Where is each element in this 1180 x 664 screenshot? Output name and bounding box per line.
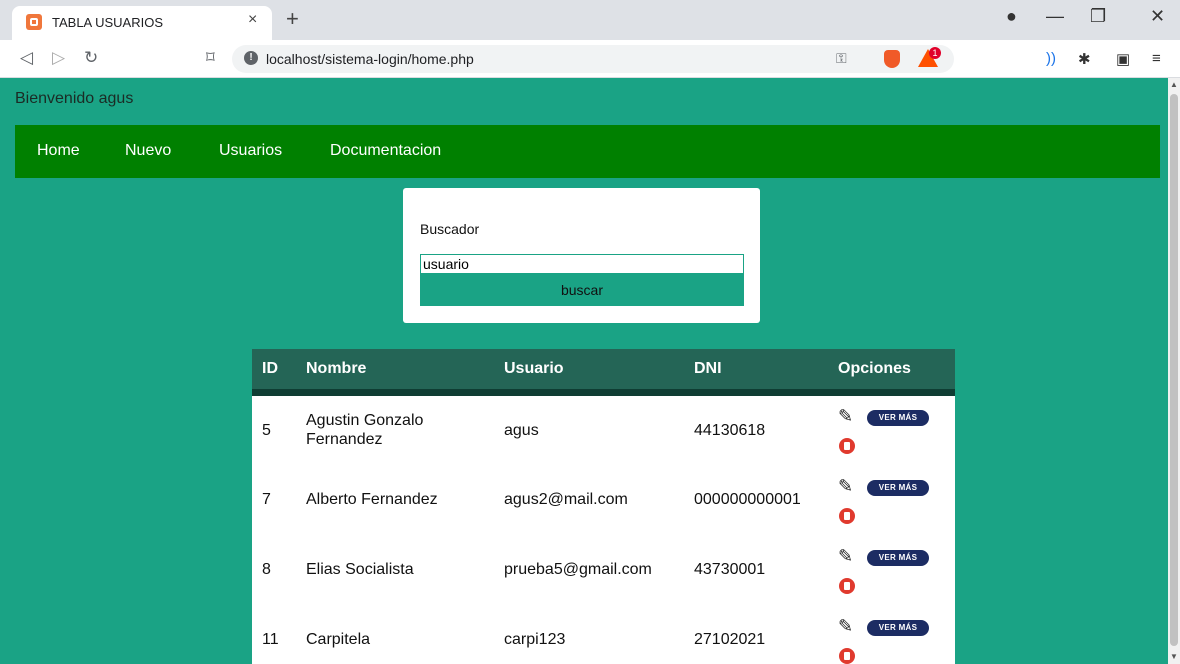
restore-icon[interactable]: ❐ (1090, 6, 1106, 27)
cell-dni: 44130618 (694, 422, 766, 439)
page-body: Bienvenido agus Home Nuevo Usuarios Docu… (0, 78, 1168, 664)
cell-dni: 000000000001 (694, 491, 801, 508)
browser-tab[interactable]: TABLA USUARIOS × (12, 6, 272, 40)
cell-id: 7 (262, 491, 271, 508)
nav-nuevo[interactable]: Nuevo (125, 142, 171, 160)
address-bar[interactable]: ! localhost/sistema-login/home.php ⚿ 1 (232, 45, 954, 73)
cell-usuario: agus (504, 422, 539, 439)
search-button[interactable]: buscar (420, 274, 744, 306)
rewards-badge: 1 (929, 47, 941, 59)
table-row: 5 Agustin Gonzalo Fernandez agus 4413061… (252, 396, 955, 464)
header-id: ID (262, 360, 278, 377)
back-icon[interactable]: ◁ (20, 48, 33, 68)
scroll-thumb[interactable] (1170, 94, 1178, 646)
cell-nombre: Elias Socialista (306, 561, 414, 578)
cell-id: 5 (262, 422, 271, 439)
ver-mas-button[interactable]: VER MÁS (867, 480, 929, 496)
cell-usuario: agus2@mail.com (504, 491, 628, 508)
delete-icon[interactable] (839, 508, 855, 524)
edit-icon[interactable]: ✎ (838, 546, 853, 567)
header-nombre: Nombre (306, 360, 367, 377)
table-header: ID Nombre Usuario DNI Opciones (252, 349, 955, 396)
profile-icon[interactable]: ● (1006, 6, 1017, 27)
cell-dni: 27102021 (694, 631, 766, 648)
delete-icon[interactable] (839, 648, 855, 664)
scroll-up-icon[interactable]: ▲ (1170, 80, 1178, 89)
browser-toolbar: ◁ ▷ ↻ ⌑ ! localhost/sistema-login/home.p… (0, 40, 1180, 78)
delete-icon[interactable] (839, 578, 855, 594)
delete-icon[interactable] (839, 438, 855, 454)
cell-nombre-line2: Fernandez (306, 431, 383, 448)
brave-shield-icon[interactable] (884, 50, 900, 68)
header-dni: DNI (694, 360, 722, 377)
cell-usuario: prueba5@gmail.com (504, 561, 652, 578)
welcome-text: Bienvenido agus (15, 90, 134, 107)
reload-icon[interactable]: ↻ (84, 48, 98, 68)
cell-nombre: Alberto Fernandez (306, 491, 438, 508)
nav-documentacion[interactable]: Documentacion (330, 142, 441, 160)
ver-mas-button[interactable]: VER MÁS (867, 410, 929, 426)
header-usuario: Usuario (504, 360, 564, 377)
extensions-icon[interactable]: ✱ (1078, 50, 1091, 68)
cell-id: 11 (262, 631, 279, 648)
scroll-down-icon[interactable]: ▼ (1170, 652, 1178, 661)
nav-usuarios[interactable]: Usuarios (219, 142, 282, 160)
key-icon[interactable]: ⚿ (836, 50, 847, 67)
cell-usuario: carpi123 (504, 631, 566, 648)
menu-icon[interactable]: ≡ (1152, 50, 1161, 67)
ver-mas-button[interactable]: VER MÁS (867, 620, 929, 636)
search-label: Buscador (420, 221, 480, 237)
edit-icon[interactable]: ✎ (838, 406, 853, 427)
wallet-icon[interactable]: ▣ (1116, 50, 1130, 68)
forward-icon[interactable]: ▷ (52, 48, 65, 68)
header-opciones: Opciones (838, 360, 911, 377)
edit-icon[interactable]: ✎ (838, 616, 853, 637)
cell-id: 8 (262, 561, 271, 578)
search-card: Buscador buscar (403, 188, 760, 323)
new-tab-icon[interactable]: + (286, 6, 299, 32)
tab-title: TABLA USUARIOS (52, 15, 164, 30)
close-window-icon[interactable]: ✕ (1150, 6, 1165, 27)
xampp-favicon-icon (26, 14, 42, 30)
table-row: 11 Carpitela carpi123 27102021 ✎ VER MÁS (252, 600, 955, 664)
users-table: ID Nombre Usuario DNI Opciones 5 Agustin… (252, 349, 955, 664)
ver-mas-button[interactable]: VER MÁS (867, 550, 929, 566)
table-row: 8 Elias Socialista prueba5@gmail.com 437… (252, 532, 955, 600)
browser-tab-strip: TABLA USUARIOS × + ● — ❐ ✕ (0, 0, 1180, 40)
cell-nombre: Agustin Gonzalo (306, 412, 424, 429)
edit-icon[interactable]: ✎ (838, 476, 853, 497)
cell-dni: 43730001 (694, 561, 766, 578)
minimize-icon[interactable]: — (1046, 6, 1064, 27)
search-input[interactable] (420, 254, 744, 274)
vertical-scrollbar[interactable]: ▲ ▼ (1168, 78, 1180, 664)
cell-nombre: Carpitela (306, 631, 371, 648)
tab-close-icon[interactable]: × (248, 11, 257, 29)
speech-icon[interactable]: )) (1046, 50, 1056, 67)
main-navbar: Home Nuevo Usuarios Documentacion (15, 125, 1160, 178)
site-info-icon[interactable]: ! (244, 51, 258, 65)
address-url[interactable]: localhost/sistema-login/home.php (266, 51, 474, 67)
table-row: 7 Alberto Fernandez agus2@mail.com 00000… (252, 464, 955, 532)
bookmark-icon[interactable]: ⌑ (206, 48, 215, 68)
nav-home[interactable]: Home (37, 142, 80, 160)
